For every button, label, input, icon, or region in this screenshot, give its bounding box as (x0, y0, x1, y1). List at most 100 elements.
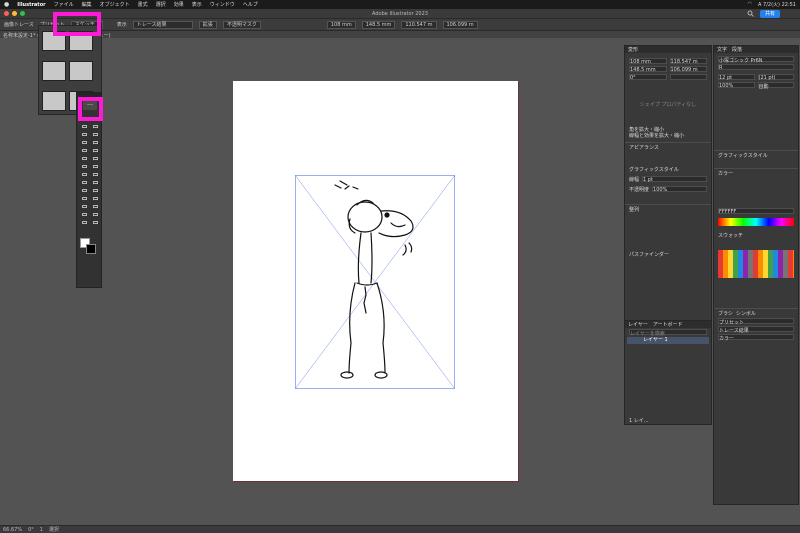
kerning-field[interactable]: 自動 (757, 82, 794, 90)
perspective-tool-icon[interactable] (90, 179, 101, 185)
scale-strokes-checkbox[interactable]: 線幅と効果を拡大・縮小 (629, 132, 684, 139)
tab-character[interactable]: 文字 (717, 46, 727, 53)
paintbrush-tool-icon[interactable] (90, 147, 101, 153)
rotate-tool-icon[interactable] (79, 163, 90, 169)
y-field[interactable]: 148.5 mm (361, 20, 396, 29)
apple-menu-icon[interactable]: ● (4, 1, 9, 8)
h-prop-field[interactable]: 106.099 m (669, 66, 707, 73)
w-prop-field[interactable]: 118.547 m (669, 58, 707, 65)
shear-prop-field[interactable] (669, 74, 707, 80)
zoom-level[interactable]: 66.67% (3, 527, 22, 533)
font-family-dropdown[interactable]: 小塚ゴシック Pr6N (718, 56, 794, 64)
w-field[interactable]: 110.547 m (401, 20, 437, 29)
type-tool-icon[interactable] (79, 139, 90, 145)
font-size-field[interactable]: 12 pt (718, 74, 755, 81)
graphic-style-section[interactable]: グラフィックスタイル (629, 166, 679, 173)
tab-layers[interactable]: レイヤー (628, 321, 648, 328)
mask-button[interactable]: 不透明マスク (222, 20, 261, 29)
eraser-tool-icon[interactable] (90, 155, 101, 161)
artboard-number[interactable]: 1 (40, 527, 43, 533)
view-dropdown[interactable]: トレース結果 (132, 20, 193, 29)
window-titlebar: Adobe Illustrator 2023 共有 (0, 9, 800, 19)
graphic-style-tab[interactable]: グラフィックスタイル (718, 152, 768, 159)
layer-search-input[interactable]: レイヤーを検索 (629, 329, 707, 337)
menu-type[interactable]: 書式 (138, 1, 148, 8)
blend-tool-icon[interactable] (90, 195, 101, 201)
pen-tool-icon[interactable] (79, 131, 90, 137)
preset-thumbnail-3[interactable] (42, 61, 66, 81)
menu-view[interactable]: 表示 (192, 1, 202, 8)
stroke-color-swatch[interactable] (86, 244, 96, 254)
zoom-tool-icon[interactable] (90, 219, 101, 225)
menu-edit[interactable]: 編集 (82, 1, 92, 8)
layers-panel: レイヤー アートボード レイヤーを検索 レイヤー 1 1 レイ... (624, 320, 712, 425)
swatch-grid[interactable] (718, 250, 794, 278)
h-field[interactable]: 106.099 m (442, 20, 478, 29)
share-button[interactable]: 共有 (760, 10, 780, 18)
align-section[interactable]: 整列 (629, 206, 639, 213)
tab-paragraph[interactable]: 段落 (732, 46, 742, 53)
stroke-field[interactable]: 1 pt (642, 176, 707, 183)
rotation-value[interactable]: 0° (28, 527, 34, 533)
graph-tool-icon[interactable] (90, 203, 101, 209)
pathfinder-section[interactable]: パスファインダー (629, 251, 669, 258)
artboard[interactable] (233, 81, 518, 481)
curvature-tool-icon[interactable] (90, 131, 101, 137)
magic-wand-tool-icon[interactable] (79, 123, 90, 129)
trace-panel-view[interactable]: トレース結果 (718, 326, 794, 334)
tool-grid (79, 115, 101, 225)
hand-tool-icon[interactable] (79, 219, 90, 225)
preset-thumbnail-5[interactable] (42, 91, 66, 111)
menu-window[interactable]: ウィンドウ (210, 1, 235, 8)
layer-row[interactable]: レイヤー 1 (627, 337, 709, 344)
menu-file[interactable]: ファイル (54, 1, 74, 8)
search-icon[interactable] (746, 10, 756, 17)
shape-builder-tool-icon[interactable] (79, 179, 90, 185)
tracking-field[interactable]: 100% (718, 82, 755, 89)
tab-artboards[interactable]: アートボード (653, 321, 683, 328)
font-style-dropdown[interactable]: R (718, 64, 794, 71)
appearance-section[interactable]: アピアランス (629, 144, 659, 151)
stroke-label: 線幅 (629, 176, 640, 183)
wifi-icon[interactable]: ◠ (748, 1, 752, 8)
lasso-tool-icon[interactable] (90, 123, 101, 129)
y-prop-field[interactable]: 148.5 mm (629, 66, 667, 73)
tab-transform[interactable]: 変形 (628, 46, 638, 53)
width-tool-icon[interactable] (79, 171, 90, 177)
eyedropper-tool-icon[interactable] (79, 195, 90, 201)
symbols-tab[interactable]: シンボル (736, 310, 756, 317)
swatches-tab[interactable]: スウォッチ (718, 232, 743, 239)
preset-thumbnail-4[interactable] (69, 61, 93, 81)
free-transform-tool-icon[interactable] (90, 171, 101, 177)
status-bar: 66.67% 0° 1 選択 (0, 525, 800, 533)
traced-sketch[interactable] (295, 175, 455, 389)
menu-select[interactable]: 選択 (156, 1, 166, 8)
gradient-tool-icon[interactable] (90, 187, 101, 193)
menu-object[interactable]: オブジェクト (100, 1, 130, 8)
app-menu[interactable]: Illustrator (17, 2, 45, 8)
x-prop-field[interactable]: 108 mm (629, 58, 667, 65)
menu-help[interactable]: ヘルプ (243, 1, 258, 8)
hex-field[interactable]: FFFFFF (718, 208, 794, 215)
line-tool-icon[interactable] (90, 139, 101, 145)
x-field[interactable]: 108 mm (326, 20, 356, 29)
artboard-tool-icon[interactable] (79, 211, 90, 217)
rectangle-tool-icon[interactable] (79, 147, 90, 153)
slice-tool-icon[interactable] (90, 211, 101, 217)
trace-panel-mode[interactable]: カラー (718, 334, 794, 342)
color-spectrum[interactable] (718, 218, 794, 226)
brushes-tab[interactable]: ブラシ (718, 310, 733, 317)
leading-field[interactable]: (21 pt) (757, 74, 794, 81)
expand-button[interactable]: 拡張 (198, 20, 217, 29)
symbol-sprayer-tool-icon[interactable] (79, 203, 90, 209)
mesh-tool-icon[interactable] (79, 187, 90, 193)
menu-effect[interactable]: 効果 (174, 1, 184, 8)
angle-prop-field[interactable]: 0° (629, 74, 667, 81)
scale-tool-icon[interactable] (90, 163, 101, 169)
opacity-field[interactable]: 100% (652, 186, 707, 193)
trace-panel-preset[interactable]: プリセット (718, 318, 794, 326)
highlight-box-preset (53, 12, 101, 36)
pencil-tool-icon[interactable] (79, 155, 90, 161)
color-tab[interactable]: カラー (718, 170, 733, 177)
clock[interactable]: A 7/2(火) 22:51 (758, 1, 796, 8)
